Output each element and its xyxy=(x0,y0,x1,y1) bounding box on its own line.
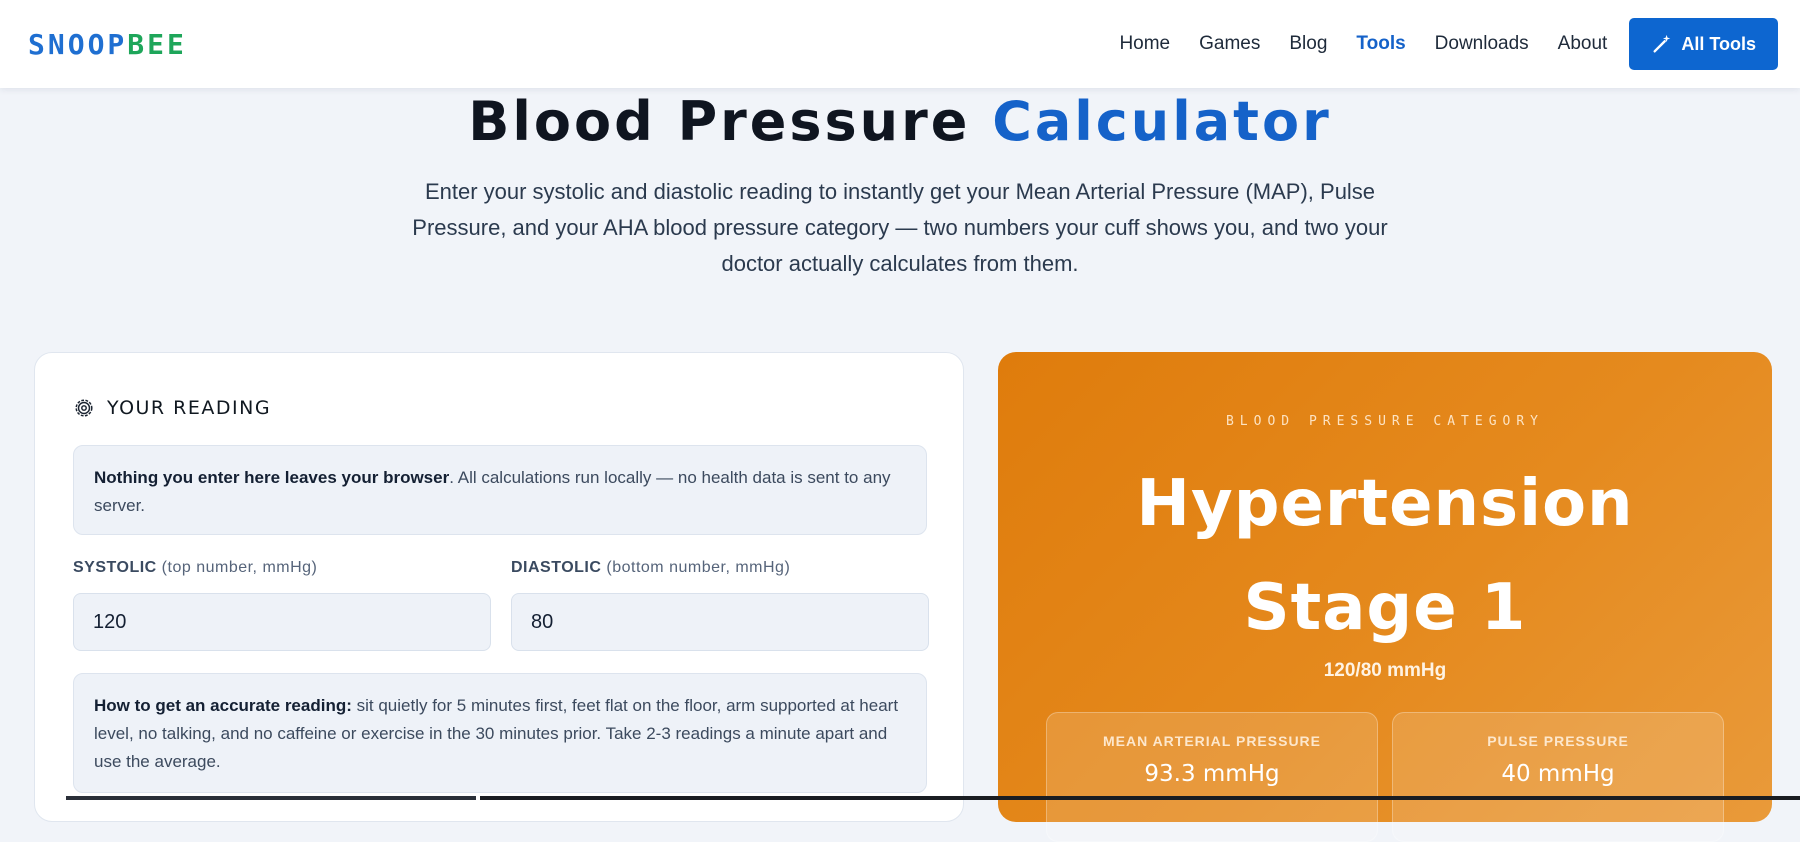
systolic-label-hint: (top number, mmHg) xyxy=(161,559,318,576)
magic-wand-icon xyxy=(1653,34,1671,53)
systolic-label: SYSTOLIC (top number, mmHg) xyxy=(73,559,317,577)
all-tools-button[interactable]: All Tools xyxy=(1629,18,1778,70)
nav-blog[interactable]: Blog xyxy=(1289,33,1327,55)
reading-form-heading-text: YOUR READING xyxy=(107,397,272,419)
pulse-pressure-metric-card: PULSE PRESSURE 40 mmHg xyxy=(1392,712,1724,842)
nav-home[interactable]: Home xyxy=(1119,33,1170,55)
taskbar-edge-right xyxy=(480,796,1800,800)
diastolic-label-hint: (bottom number, mmHg) xyxy=(606,559,791,576)
logo-part-bee: BEE xyxy=(127,27,187,61)
reading-form-heading: YOUR READING xyxy=(73,397,271,419)
systolic-label-text: SYSTOLIC xyxy=(73,559,157,576)
accuracy-tip-bold: How to get an accurate reading: xyxy=(94,696,352,715)
diastolic-label-text: DIASTOLIC xyxy=(511,559,602,576)
privacy-note-bold: Nothing you enter here leaves your brows… xyxy=(94,468,450,487)
page-title: Blood Pressure Calculator xyxy=(0,90,1800,153)
category-label: BLOOD PRESSURE CATEGORY xyxy=(1225,414,1544,429)
privacy-note: Nothing you enter here leaves your brows… xyxy=(73,445,927,535)
map-label: MEAN ARTERIAL PRESSURE xyxy=(1102,733,1322,749)
page-title-main: Blood Pressure xyxy=(468,90,971,153)
nav-games[interactable]: Games xyxy=(1199,33,1260,55)
map-metric-card: MEAN ARTERIAL PRESSURE 93.3 mmHg xyxy=(1046,712,1378,842)
main-nav: Home Games Blog Tools Downloads About Al… xyxy=(1090,18,1778,70)
site-header: SNOOP BEE Home Games Blog Tools Download… xyxy=(0,0,1800,88)
page-title-accent: Calculator xyxy=(992,90,1332,153)
page-description: Enter your systolic and diastolic readin… xyxy=(412,179,1388,276)
logo-part-snoop: SNOOP xyxy=(28,27,128,61)
diastolic-input[interactable] xyxy=(511,593,929,651)
nav-downloads[interactable]: Downloads xyxy=(1435,33,1529,55)
all-tools-label: All Tools xyxy=(1681,33,1756,54)
gear-icon xyxy=(75,399,93,417)
taskbar-edge-left xyxy=(66,796,476,800)
category-value: Hypertension Stage 1 xyxy=(1136,467,1634,645)
site-logo[interactable]: SNOOP BEE xyxy=(28,28,187,61)
systolic-input[interactable] xyxy=(73,593,491,651)
nav-tools[interactable]: Tools xyxy=(1356,33,1405,55)
diastolic-label: DIASTOLIC (bottom number, mmHg) xyxy=(511,559,790,577)
map-value: 93.3 mmHg xyxy=(1144,761,1280,787)
nav-about[interactable]: About xyxy=(1558,33,1608,55)
reading-form-card: YOUR READING Nothing you enter here leav… xyxy=(34,352,964,822)
result-card: BLOOD PRESSURE CATEGORY Hypertension Sta… xyxy=(998,352,1772,842)
pulse-pressure-label: PULSE PRESSURE xyxy=(1487,733,1629,749)
pulse-pressure-value: 40 mmHg xyxy=(1501,761,1615,787)
accuracy-tip-note: How to get an accurate reading: sit quie… xyxy=(73,673,927,793)
reading-summary: 120/80 mmHg xyxy=(1323,660,1447,681)
